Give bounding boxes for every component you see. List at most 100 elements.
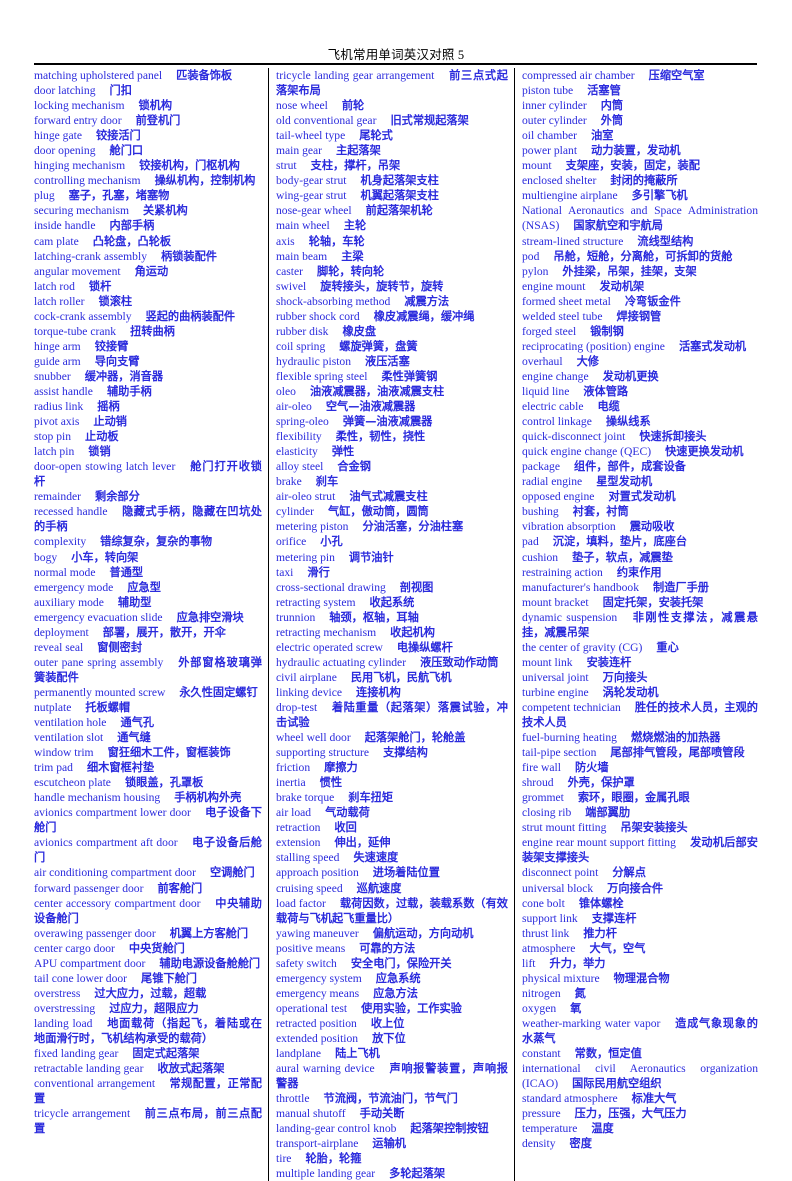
glossary-entry: landplane 陆上飞机 (276, 1046, 508, 1061)
entry-term-zh: 重心 (656, 640, 679, 654)
glossary-entry: securing mechanism 关紧机构 (34, 203, 262, 218)
entry-term-en: overstressing (34, 1001, 96, 1015)
glossary-entry: hydraulic actuating cylinder 液压致动作动筒 (276, 655, 508, 670)
glossary-entry: nose wheel 前轮 (276, 98, 508, 113)
glossary-entry: emergency system 应急系统 (276, 971, 508, 986)
glossary-entry: handle mechanism housing 手柄机构外壳 (34, 790, 262, 805)
entry-term-zh: 收回 (334, 821, 357, 835)
entry-term-zh: 防火墙 (574, 761, 609, 775)
glossary-entry: overstress 过大应力，过载，超载 (34, 986, 262, 1001)
entry-term-zh: 应急型 (127, 580, 161, 594)
entry-term-en: oleo (276, 384, 296, 398)
entry-term-zh: 失速速度 (353, 851, 399, 865)
entry-term-zh: 摇柄 (97, 400, 120, 414)
entry-term-en: caster (276, 264, 304, 278)
glossary-entry: cross-sectional drawing 剖视图 (276, 580, 508, 595)
glossary-entry: retracting system 收起系统 (276, 595, 508, 610)
entry-term-en: oxygen (522, 1001, 557, 1015)
glossary-entry: grommet 索环，眼圈，金属孔眼 (522, 790, 758, 805)
glossary-entry: nutplate 托板螺帽 (34, 700, 262, 715)
entry-term-en: auxiliary mode (34, 595, 104, 609)
entry-term-en: operational test (276, 1001, 348, 1015)
entry-term-en: electric operated screw (276, 640, 383, 654)
entry-term-en: extended position (276, 1032, 359, 1045)
entry-term-zh: 标准大气 (631, 1092, 677, 1106)
glossary-entry: inside handle 内部手柄 (34, 218, 262, 233)
entry-term-zh: 氧 (570, 1001, 582, 1015)
glossary-entry: strut 支柱，撑杆，吊架 (276, 158, 508, 173)
entry-term-zh: 竖起的曲柄装配件 (145, 309, 236, 323)
entry-term-zh: 固定式起落架 (132, 1047, 200, 1061)
entry-term-en: air-oleo (276, 400, 312, 414)
glossary-entry: fuel-burning heating 燃烧燃油的加热器 (522, 730, 758, 745)
glossary-entry: forged steel 锻制钢 (522, 324, 758, 339)
glossary-entry: pod 吊舱，短舱，分离舱，可拆卸的货舱 (522, 249, 758, 264)
entry-term-zh: 匹装备饰板 (176, 69, 233, 82)
entry-term-en: turbine engine (522, 685, 589, 699)
glossary-entry: door latching 门扣 (34, 83, 262, 98)
entry-term-zh: 止动板 (85, 430, 119, 444)
entry-term-zh: 永久性固定螺钉 (179, 685, 258, 699)
entry-term-en: window trim (34, 746, 94, 760)
entry-term-en: atmosphere (522, 941, 576, 955)
glossary-entry: load factor 载荷因数，过载，装载系数（有效载荷与飞机起飞重量比） (276, 896, 508, 926)
entry-term-zh: 伸出，延伸 (334, 836, 391, 850)
glossary-entry: stream-lined structure 流线型结构 (522, 234, 758, 249)
entry-term-en: tail-wheel type (276, 129, 346, 143)
glossary-entry: manufacturer's handbook 制造厂手册 (522, 580, 758, 595)
glossary-entry: linking device 连接机构 (276, 685, 508, 700)
entry-term-en: landplane (276, 1047, 322, 1061)
entry-term-en: permanently mounted screw (34, 685, 166, 699)
glossary-entry: APU compartment door 辅助电源设备舱舱门 (34, 956, 262, 971)
entry-term-en: axis (276, 234, 295, 248)
entry-term-zh: 锁杆 (88, 279, 112, 293)
entry-term-zh: 旋转接头，旋转节，旋转 (320, 279, 444, 293)
entry-term-en: grommet (522, 791, 564, 805)
entry-term-zh: 前客舱门 (157, 881, 203, 895)
entry-term-zh: 尾部排气管段，尾部喷管段 (610, 746, 745, 760)
entry-term-zh: 错综复杂，复杂的事物 (100, 535, 213, 549)
glossary-entry: rubber disk 橡皮盘 (276, 324, 508, 339)
entry-term-en: retractable landing gear (34, 1062, 144, 1076)
entry-term-zh: 组件，部件，成套设备 (573, 460, 686, 474)
entry-term-en: emergency mode (34, 580, 114, 594)
glossary-entry: mount link 安装连杆 (522, 655, 758, 670)
entry-term-en: guide arm (34, 354, 81, 368)
glossary-entry: radial engine 星型发动机 (522, 474, 758, 489)
entry-term-en: latch roller (34, 294, 85, 308)
glossary-entry: lift 升力，举力 (522, 956, 758, 971)
glossary-entry: flexibility 柔性，韧性，挠性 (276, 429, 508, 444)
entry-term-en: normal mode (34, 565, 96, 579)
glossary-entry: fixed landing gear 固定式起落架 (34, 1046, 262, 1061)
glossary-entry: oleo 油液减震器，油液减震支柱 (276, 384, 508, 399)
glossary-entry: cam plate 凸轮盘，凸轮板 (34, 234, 262, 249)
entry-term-zh: 制造厂手册 (653, 580, 709, 594)
entry-term-en: securing mechanism (34, 204, 129, 218)
entry-term-zh: 吊架安装接头 (620, 821, 688, 835)
entry-term-zh: 刹车 (315, 475, 339, 489)
entry-term-zh: 轴颈，枢轴，耳轴 (329, 610, 419, 624)
glossary-entry: wing-gear strut 机翼起落架支柱 (276, 188, 508, 203)
entry-term-en: cruising speed (276, 881, 343, 895)
entry-term-zh: 放下位 (372, 1032, 406, 1045)
entry-list-right: compressed air chamber 压缩空气室 piston tube 活塞… (522, 68, 758, 1151)
glossary-entry: hinge gate 铰接活门 (34, 128, 262, 143)
entry-term-zh: 调节油针 (348, 550, 394, 564)
entry-term-en: rubber shock cord (276, 309, 360, 323)
glossary-entry: air conditioning compartment door 空调舱门 (34, 865, 262, 880)
entry-term-en: extension (276, 836, 321, 850)
entry-term-en: main wheel (276, 219, 330, 233)
entry-term-zh: 封闭的掩蔽所 (610, 174, 678, 188)
entry-term-en: outer pane spring assembly (34, 655, 164, 669)
glossary-entry: universal joint 万向接头 (522, 670, 758, 685)
glossary-entry: center cargo door 中央货舱门 (34, 941, 262, 956)
entry-term-en: tail cone lower door (34, 971, 128, 985)
entry-term-zh: 电操纵螺杆 (396, 640, 453, 654)
glossary-entry: enclosed shelter 封闭的掩蔽所 (522, 173, 758, 188)
entry-term-zh: 快速更换发动机 (665, 445, 744, 459)
glossary-entry: atmosphere 大气，空气 (522, 941, 758, 956)
entry-term-en: old conventional gear (276, 114, 377, 128)
entry-term-zh: 锁机构 (138, 99, 173, 113)
glossary-entry: pressure 压力，压强，大气压力 (522, 1106, 758, 1121)
glossary-entry: retracting mechanism 收起机构 (276, 625, 508, 640)
